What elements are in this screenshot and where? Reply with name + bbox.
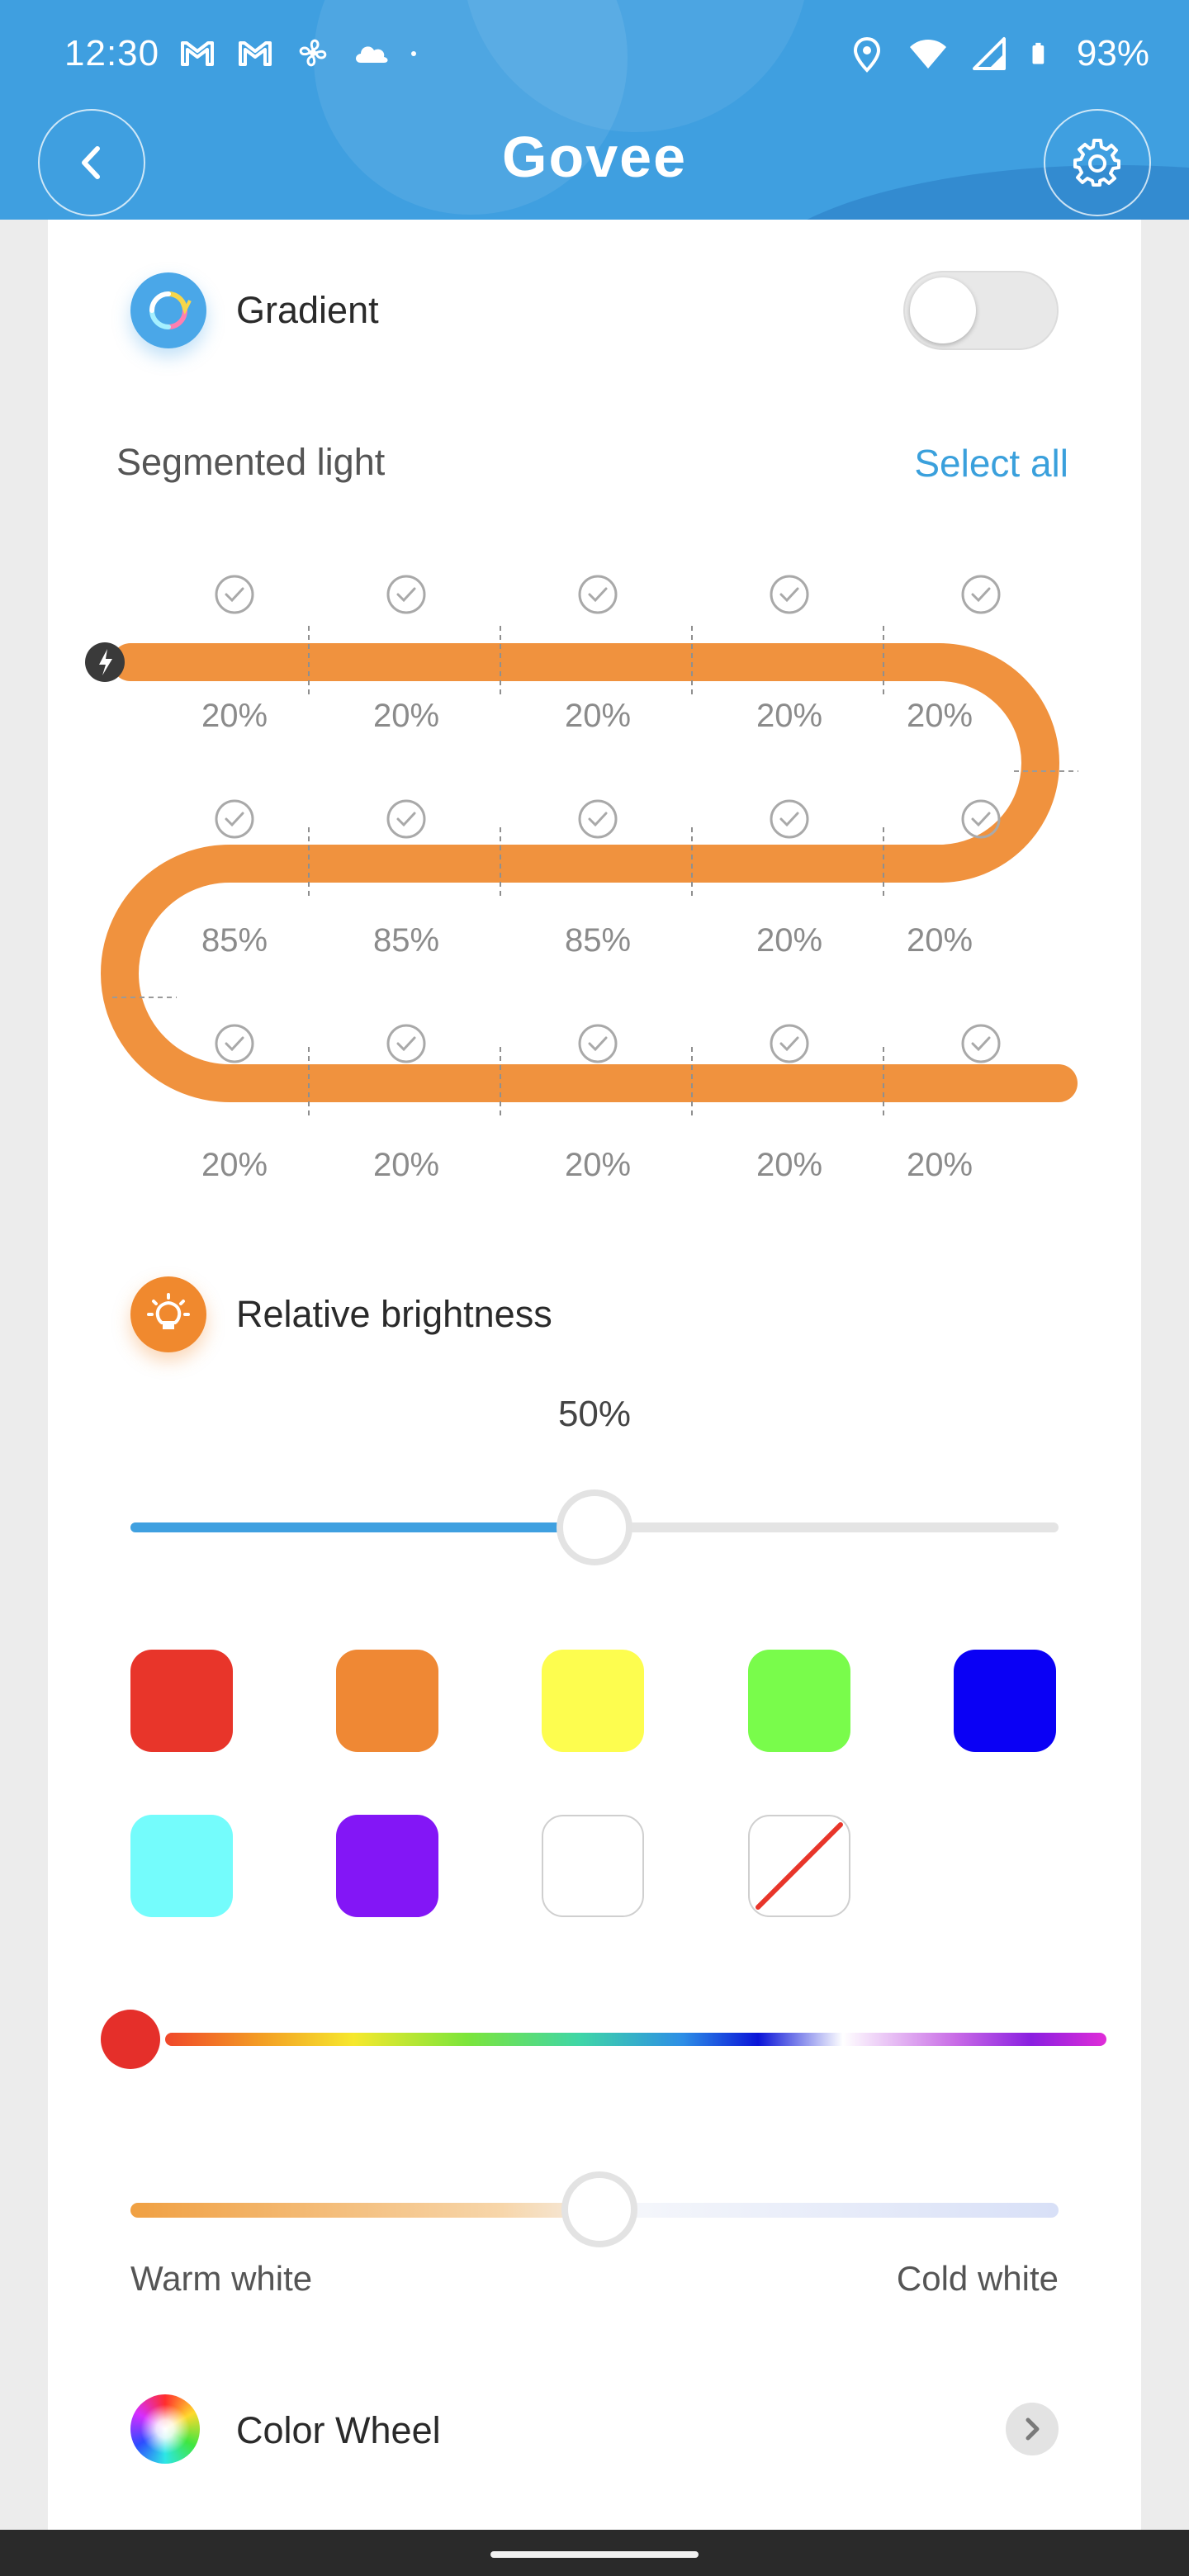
brightness-slider-thumb[interactable] — [557, 1489, 632, 1565]
segment-check-icon[interactable] — [578, 1024, 618, 1063]
segment-brightness-label: 85% — [201, 922, 268, 959]
segment-strip: 20% 20% 20% 20% 20% 85% 85% 85% 20% 20% 20% 20% 20% 2… — [85, 575, 1078, 1183]
cold-white-label: Cold white — [896, 2259, 1059, 2298]
segment-check-icon[interactable] — [770, 799, 809, 839]
color-swatch[interactable] — [542, 1815, 644, 1917]
segment-brightness-label: 20% — [201, 698, 268, 734]
white-temperature-slider-thumb[interactable] — [561, 2171, 637, 2247]
cloud-icon — [356, 46, 388, 63]
settings-button[interactable] — [1044, 109, 1151, 216]
hue-slider-track[interactable] — [165, 2033, 1106, 2046]
dot-icon — [411, 51, 416, 56]
wifi-icon — [909, 40, 946, 69]
segment-brightness-label: 20% — [907, 1147, 973, 1183]
no-color-icon — [756, 1822, 843, 1910]
gmail-icon — [239, 41, 272, 66]
segment-brightness-label: 20% — [565, 698, 631, 734]
segment-check-icon[interactable] — [386, 1024, 426, 1063]
warm-white-label: Warm white — [130, 2259, 313, 2298]
segment-check-icon[interactable] — [770, 1024, 809, 1063]
fan-icon — [299, 39, 327, 67]
color-swatch[interactable] — [130, 1650, 233, 1752]
signal-icon — [972, 37, 1006, 70]
segment-brightness-label: 85% — [373, 922, 439, 959]
gear-icon — [1073, 139, 1120, 187]
color-swatch[interactable] — [336, 1815, 438, 1917]
brightness-icon — [130, 1276, 206, 1352]
segment-check-icon[interactable] — [386, 575, 426, 614]
color-swatch[interactable] — [336, 1650, 438, 1752]
segment-brightness-label: 20% — [756, 922, 822, 959]
segment-check-icon[interactable] — [578, 575, 618, 614]
battery-percentage: 93% — [1076, 33, 1149, 73]
brightness-label: Relative brightness — [236, 1293, 552, 1335]
hue-slider-thumb[interactable] — [101, 2010, 160, 2069]
swatch-no-color[interactable] — [748, 1815, 850, 1917]
segment-check-icon[interactable] — [961, 799, 1001, 839]
color-swatch[interactable] — [954, 1650, 1056, 1752]
brightness-slider-fill — [130, 1522, 594, 1532]
gmail-icon — [181, 41, 214, 66]
status-time: 12:30 — [64, 33, 160, 73]
segment-check-icon[interactable] — [578, 799, 618, 839]
location-icon — [853, 36, 880, 73]
segment-check-icon[interactable] — [770, 575, 809, 614]
segment-check-icon[interactable] — [215, 799, 254, 839]
color-wheel-icon — [130, 2394, 200, 2464]
segment-brightness-label: 20% — [756, 698, 822, 734]
segment-check-icon[interactable] — [386, 799, 426, 839]
settings-card: Gradient Segmented light Select all 20% 2… — [48, 220, 1141, 2531]
govee-logo: Govee — [502, 125, 687, 189]
segment-check-icon[interactable] — [961, 575, 1001, 614]
color-swatch[interactable] — [130, 1815, 233, 1917]
segment-brightness-label: 20% — [907, 922, 973, 959]
segment-brightness-label: 20% — [373, 698, 439, 734]
home-indicator[interactable] — [490, 2551, 699, 2558]
battery-icon — [1032, 42, 1045, 64]
brightness-value: 50% — [557, 1394, 632, 1434]
color-swatch[interactable] — [542, 1650, 644, 1752]
segment-check-icon[interactable] — [215, 1024, 254, 1063]
segment-check-icon[interactable] — [215, 575, 254, 614]
status-bar: 12:30 93% — [0, 0, 1189, 107]
power-icon — [85, 642, 125, 682]
segment-check-icon[interactable] — [961, 1024, 1001, 1063]
segment-brightness-label: 20% — [565, 1147, 631, 1183]
segment-brightness-label: 20% — [756, 1147, 822, 1183]
segment-brightness-label: 20% — [373, 1147, 439, 1183]
color-swatch[interactable] — [748, 1650, 850, 1752]
segment-brightness-label: 85% — [565, 922, 631, 959]
segment-brightness-label: 20% — [201, 1147, 268, 1183]
app-header: 12:30 93% Govee — [0, 0, 1189, 220]
color-wheel-open-button[interactable] — [1006, 2403, 1059, 2455]
chevron-right-icon — [1026, 2417, 1040, 2441]
color-wheel-label[interactable]: Color Wheel — [236, 2409, 441, 2452]
segment-brightness-label: 20% — [907, 698, 973, 734]
